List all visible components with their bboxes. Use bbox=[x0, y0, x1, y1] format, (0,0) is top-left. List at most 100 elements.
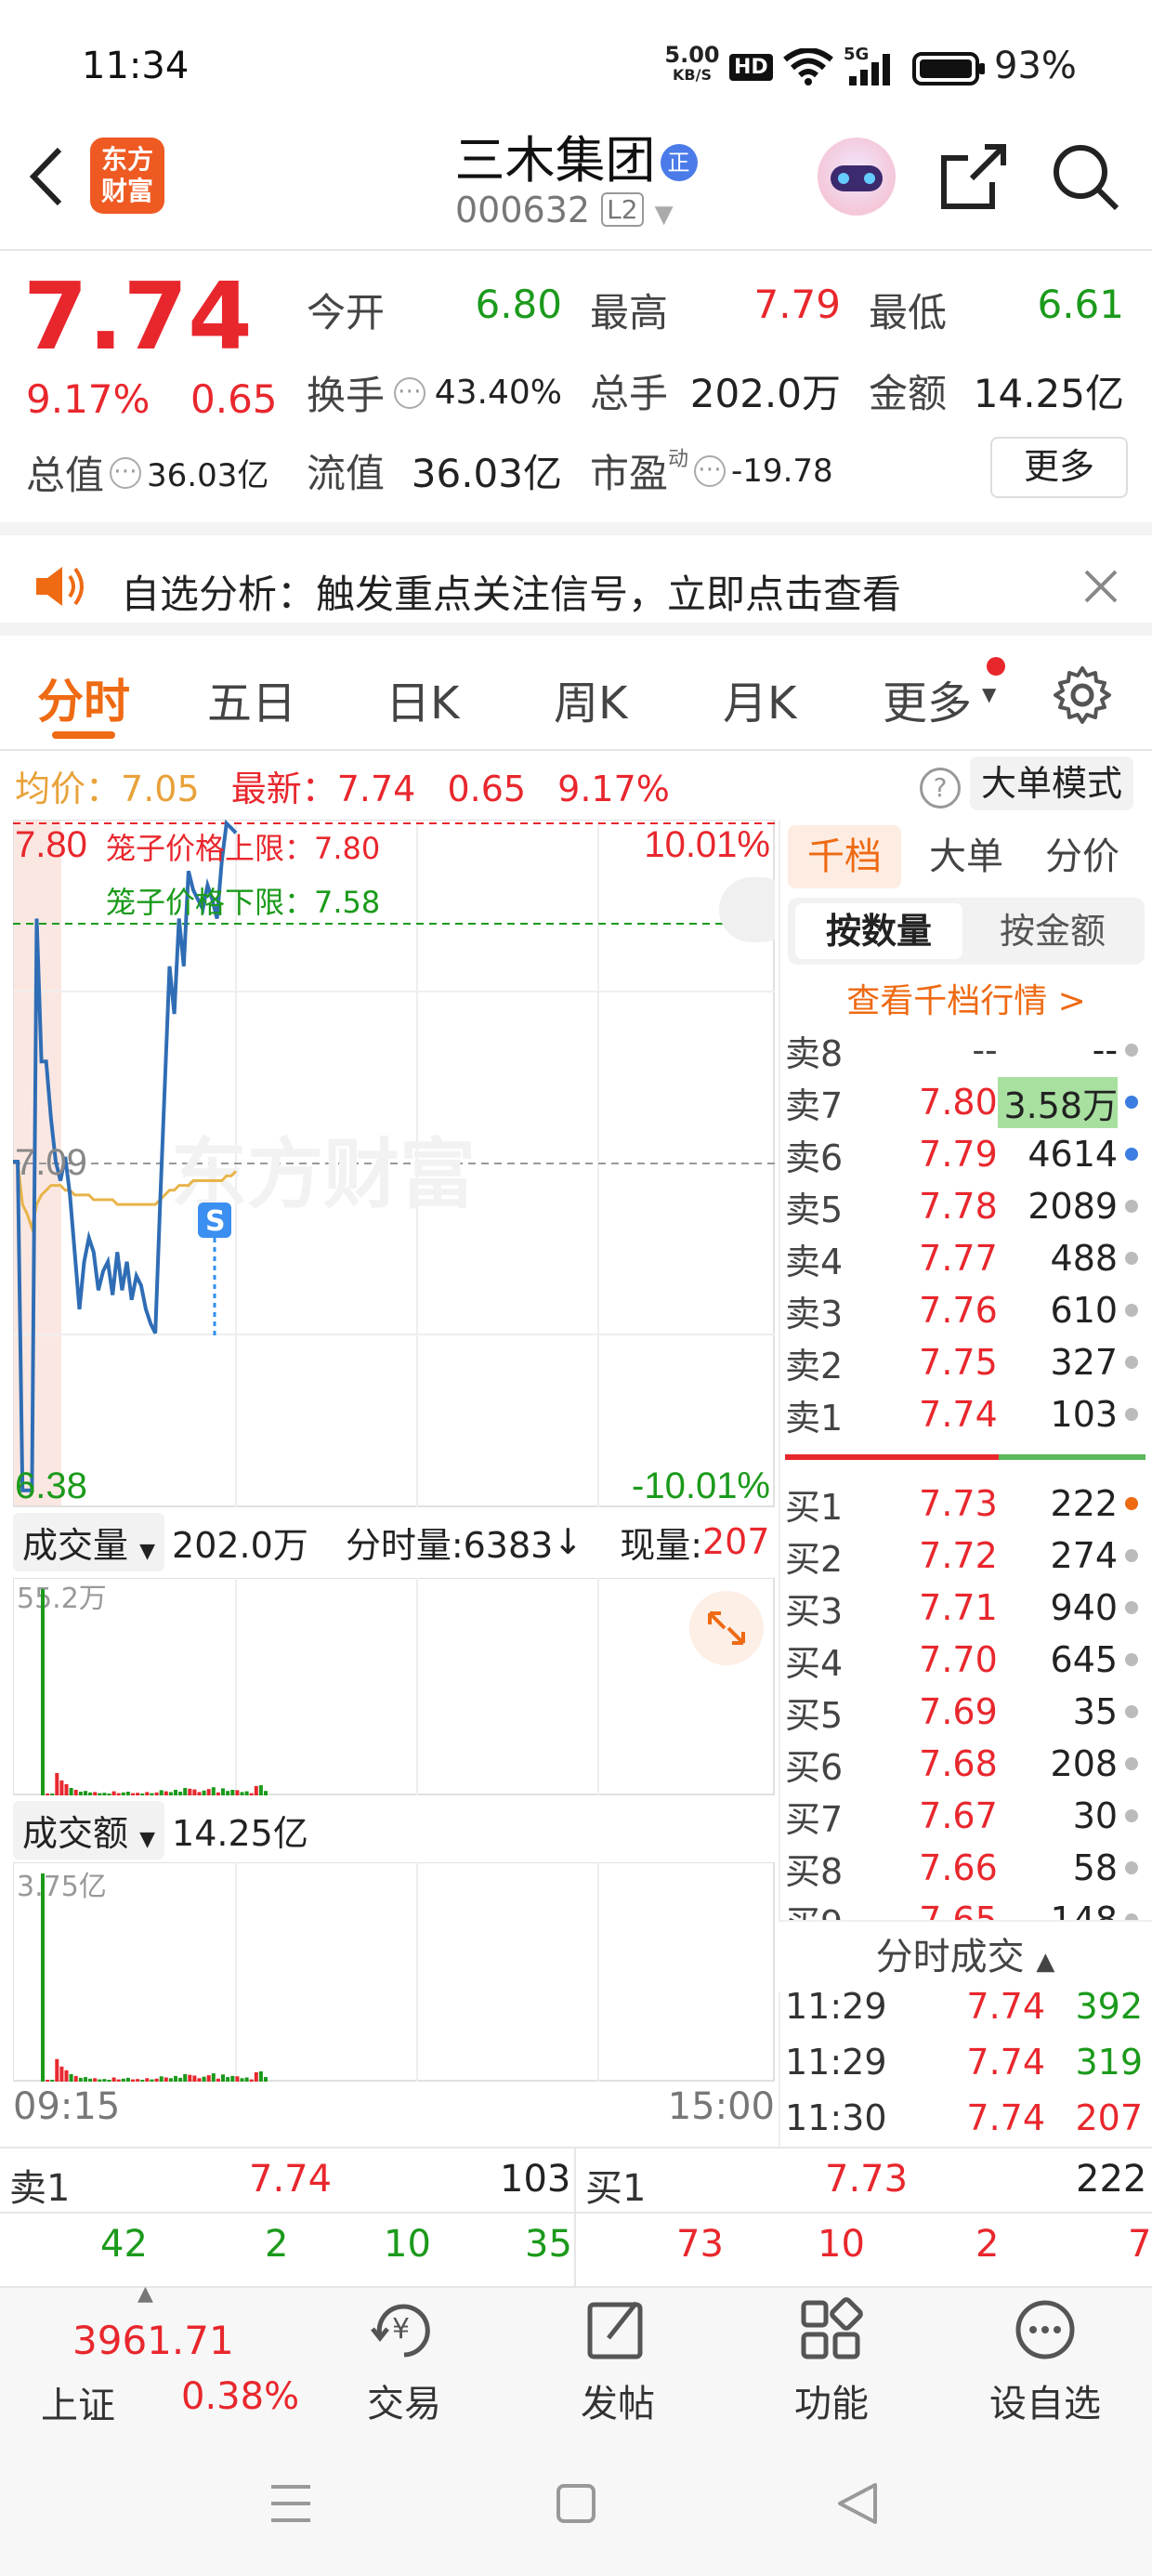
nav-add-watchlist[interactable]: 设自选 bbox=[952, 2297, 1138, 2427]
volume-selector[interactable]: 成交量 ▼ bbox=[13, 1512, 165, 1571]
nav-post[interactable]: 发帖 bbox=[525, 2297, 711, 2427]
volume-bar bbox=[211, 1787, 216, 1795]
quote-low: 最低 6.61 bbox=[869, 282, 1124, 335]
bid-row[interactable]: 买5 7.69 35 bbox=[785, 1686, 1138, 1738]
order-tab-thousand[interactable]: 千档 bbox=[788, 825, 901, 888]
time-end-label: 15:00 bbox=[667, 2085, 775, 2128]
volume-bar bbox=[197, 2078, 202, 2082]
notice-bar[interactable]: 自选分析：触发重点关注信号，立即点击查看 bbox=[0, 522, 1152, 636]
volume-bar bbox=[107, 2080, 111, 2082]
ask-row[interactable]: 卖1 7.74 103 bbox=[785, 1388, 1138, 1440]
info-icon[interactable]: ⋯ bbox=[694, 454, 727, 487]
back-nav-icon[interactable] bbox=[836, 2481, 879, 2526]
bid-row[interactable]: 买1 7.73 222 bbox=[785, 1478, 1138, 1530]
bid-row[interactable]: 买2 7.72 274 bbox=[785, 1530, 1138, 1582]
nav-trade[interactable]: ¥ 交易 bbox=[311, 2297, 497, 2427]
amount-selector[interactable]: 成交额 ▼ bbox=[13, 1800, 165, 1860]
volume-bar bbox=[121, 2078, 125, 2082]
expand-button[interactable] bbox=[689, 1591, 764, 1665]
intraday-price-chart[interactable]: 东方财富 S 7.80 7.09 6.38 10.01% -10.01% 笼子价… bbox=[13, 820, 775, 1507]
back-icon[interactable] bbox=[26, 144, 67, 209]
menu-icon[interactable] bbox=[269, 2483, 312, 2524]
volume-bar bbox=[140, 1794, 145, 1795]
volume-bar bbox=[264, 2077, 268, 2082]
volume-bar bbox=[59, 1780, 64, 1795]
index-ticker[interactable]: 3961.71 上证 0.38% bbox=[28, 2307, 307, 2427]
segment-by-amount[interactable]: 按金额 bbox=[966, 903, 1139, 959]
queue-divider bbox=[0, 2147, 1152, 2149]
ask-row[interactable]: 卖8 -- -- bbox=[785, 1024, 1138, 1076]
tab-weekly-k[interactable]: 周K bbox=[554, 666, 627, 731]
quote-pe: 市盈 动 ⋯ -19.78 bbox=[590, 447, 833, 497]
share-icon[interactable] bbox=[938, 141, 1009, 212]
queue-vertical-divider bbox=[574, 2149, 576, 2288]
tab-five-day[interactable]: 五日 bbox=[207, 666, 296, 731]
volume-bar bbox=[150, 2079, 154, 2082]
stock-code-row[interactable]: 000632 L2 ▼ bbox=[455, 190, 697, 230]
change-percent: 9.17% bbox=[26, 376, 151, 422]
ask-row[interactable]: 卖2 7.75 327 bbox=[785, 1336, 1138, 1388]
volume-bar bbox=[254, 2071, 258, 2082]
ask-row[interactable]: 卖7 7.80 3.58万 bbox=[785, 1076, 1138, 1128]
collapse-handle[interactable] bbox=[719, 877, 775, 942]
volume-header: 成交量 ▼ 202.0万 分时量:6383 ↓ 现量: 207 bbox=[13, 1509, 775, 1574]
bid-row[interactable]: 买4 7.70 645 bbox=[785, 1634, 1138, 1686]
volume-bar bbox=[46, 1794, 50, 1795]
quote-turnover: 换手 ⋯ 43.40% bbox=[307, 373, 562, 418]
tab-monthly-k[interactable]: 月K bbox=[723, 666, 796, 731]
time-axis: 09:15 15:00 bbox=[13, 2085, 775, 2128]
more-button[interactable]: 更多 bbox=[990, 437, 1128, 498]
ask-row[interactable]: 卖5 7.78 2089 bbox=[785, 1180, 1138, 1232]
nav-function[interactable]: 功能 bbox=[739, 2297, 924, 2427]
volume-bar bbox=[136, 2079, 140, 2082]
gear-icon[interactable] bbox=[1052, 664, 1113, 726]
tab-daily-k[interactable]: 日K bbox=[386, 666, 459, 731]
tab-intraday[interactable]: 分时 bbox=[37, 664, 130, 731]
bid-row[interactable]: 买3 7.71 940 bbox=[785, 1582, 1138, 1634]
order-tab-price[interactable]: 分价 bbox=[1031, 825, 1133, 888]
robot-assistant-icon[interactable] bbox=[818, 138, 896, 216]
hd-icon: HD bbox=[729, 54, 773, 81]
volume-bar bbox=[226, 1791, 230, 1795]
stock-title[interactable]: 三木集团 正 bbox=[390, 119, 762, 192]
bid-row[interactable]: 买6 7.68 208 bbox=[785, 1738, 1138, 1790]
segment-by-quantity[interactable]: 按数量 bbox=[795, 903, 962, 959]
bid-row[interactable]: 买8 7.66 58 bbox=[785, 1842, 1138, 1894]
view-thousand-depth-link[interactable]: 查看千档行情 > bbox=[788, 974, 1145, 1022]
volume-bar bbox=[69, 1788, 73, 1795]
volume-bar bbox=[244, 1791, 249, 1795]
volume-bar bbox=[93, 1792, 98, 1795]
ask-row[interactable]: 卖4 7.77 488 bbox=[785, 1232, 1138, 1284]
status-dot bbox=[1125, 1549, 1138, 1562]
close-icon[interactable] bbox=[1083, 569, 1119, 604]
status-dot bbox=[1125, 1148, 1138, 1161]
volume-bar bbox=[55, 1772, 59, 1795]
volume-bar bbox=[174, 2075, 177, 2082]
net-speed: 5.00 KB/S bbox=[664, 42, 720, 84]
volume-bar bbox=[240, 1792, 244, 1795]
bid-row[interactable]: 买7 7.67 30 bbox=[785, 1790, 1138, 1842]
time-start-label: 09:15 bbox=[13, 2085, 121, 2128]
wifi-icon bbox=[783, 48, 833, 85]
info-icon[interactable]: ⋯ bbox=[393, 376, 425, 409]
search-icon[interactable] bbox=[1050, 141, 1120, 212]
amount-chart: 3.75亿 bbox=[13, 1862, 775, 2082]
tick-row: 11:29 7.74 319 bbox=[785, 2042, 1143, 2083]
info-icon[interactable]: ⋯ bbox=[110, 456, 142, 489]
volume-bar bbox=[88, 1792, 93, 1795]
status-dot bbox=[1125, 1861, 1138, 1874]
system-nav-bar bbox=[0, 2437, 1152, 2576]
big-order-mode-button[interactable]: 大单模式 bbox=[970, 756, 1133, 810]
volume-bar bbox=[240, 2078, 244, 2082]
order-tab-big[interactable]: 大单 bbox=[920, 825, 1013, 888]
home-icon[interactable] bbox=[556, 2483, 596, 2524]
volume-bar bbox=[202, 1790, 206, 1795]
tab-active-indicator bbox=[52, 731, 115, 739]
help-icon[interactable]: ? bbox=[920, 768, 961, 808]
status-dot bbox=[1125, 1044, 1138, 1057]
cage-upper-label: 笼子价格上限：7.80 bbox=[106, 831, 380, 866]
ask-row[interactable]: 卖6 7.79 4614 bbox=[785, 1128, 1138, 1180]
volume-bar bbox=[98, 1793, 102, 1795]
ask-row[interactable]: 卖3 7.76 610 bbox=[785, 1284, 1138, 1336]
tab-more[interactable]: 更多 bbox=[883, 666, 972, 731]
